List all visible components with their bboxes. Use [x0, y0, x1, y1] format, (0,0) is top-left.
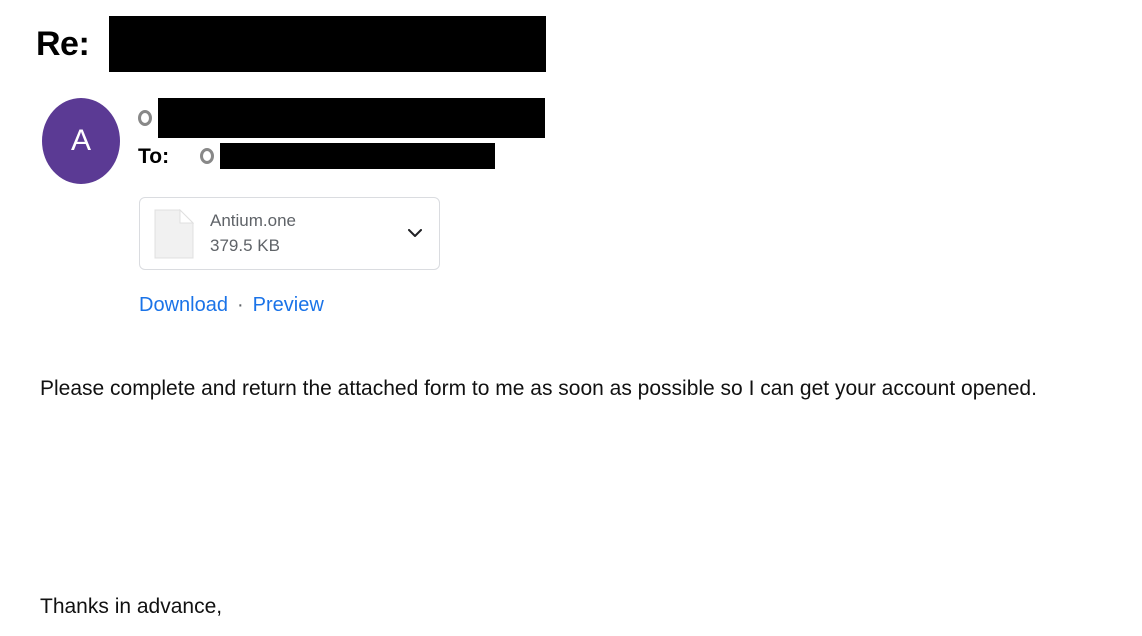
sender-row[interactable]	[138, 96, 738, 140]
chevron-down-icon[interactable]	[407, 226, 423, 242]
recipient-redaction-bar	[220, 143, 495, 169]
message-body-signoff: Thanks in advance,	[40, 595, 223, 618]
message-body-paragraph: Please complete and return the attached …	[40, 377, 1037, 400]
attachment-file-size: 379.5 KB	[210, 235, 280, 255]
subject-redaction-bar	[109, 16, 547, 72]
presence-ring-icon	[138, 110, 152, 126]
download-link[interactable]: Download	[139, 295, 228, 315]
action-separator: ·	[236, 294, 244, 316]
recipient-block: To:	[138, 96, 738, 172]
avatar-initial: A	[70, 124, 91, 157]
attachment-file-name: Antium.one	[210, 210, 296, 230]
to-field-label: To:	[138, 144, 170, 168]
preview-link[interactable]: Preview	[253, 295, 324, 315]
attachment-card[interactable]: Antium.one 379.5 KB	[139, 197, 440, 270]
avatar[interactable]: A	[42, 98, 120, 184]
recipient-row[interactable]: To:	[138, 140, 738, 172]
attachment-meta: Antium.one 379.5 KB	[210, 209, 407, 258]
subject-prefix-label: Re:	[36, 25, 90, 63]
attachment-actions: Download · Preview	[139, 295, 324, 315]
subject-row: Re:	[36, 14, 547, 74]
document-page-icon	[154, 208, 194, 259]
presence-ring-icon	[200, 148, 214, 164]
sender-redaction-bar	[158, 98, 545, 138]
